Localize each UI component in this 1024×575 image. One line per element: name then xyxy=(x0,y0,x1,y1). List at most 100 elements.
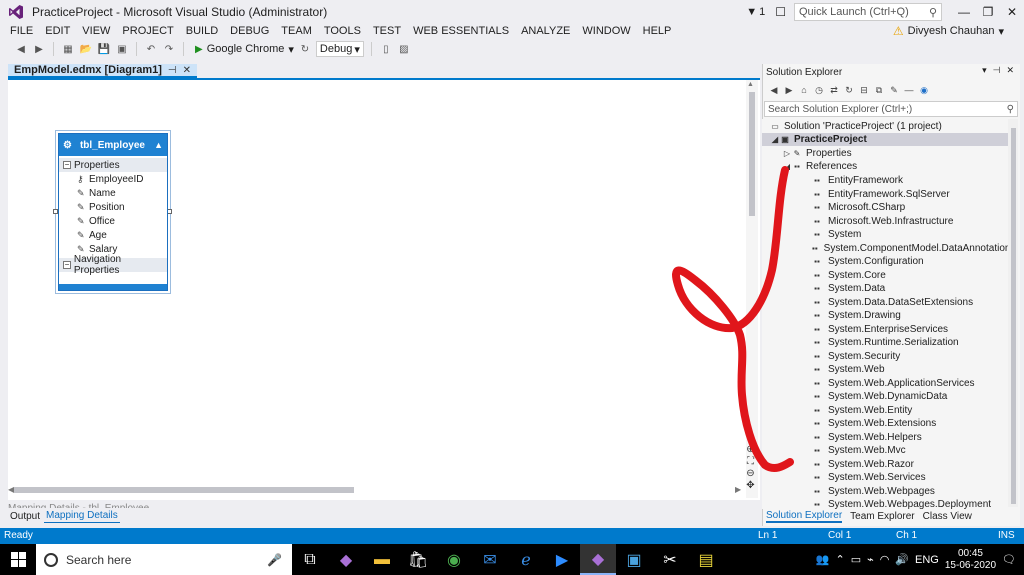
visual-studio-active-icon[interactable]: ◆ xyxy=(580,544,616,575)
tree-item-solution[interactable]: ▭ Solution 'PracticeProject' (1 project) xyxy=(762,120,1008,133)
vertical-scroll-thumb[interactable] xyxy=(749,92,755,216)
save-icon[interactable]: 💾 xyxy=(97,42,111,56)
zoom-out-icon[interactable]: ⊖ xyxy=(744,468,757,479)
tree-item-reference[interactable]: ▪▪ System.EnterpriseServices xyxy=(762,323,1008,336)
tree-item-properties[interactable]: ▷ ✎ Properties xyxy=(762,147,1008,160)
tree-item-reference[interactable]: ▪▪ System.Configuration xyxy=(762,255,1008,268)
restore-button[interactable]: ❐ xyxy=(976,0,1000,24)
tab-mapping-details[interactable]: Mapping Details xyxy=(44,509,120,523)
tree-item-reference[interactable]: ▪▪ Microsoft.CSharp xyxy=(762,201,1008,214)
tree-item-reference[interactable]: ▪▪ System.Web.Helpers xyxy=(762,431,1008,444)
open-file-icon[interactable]: 📂 xyxy=(79,42,93,56)
feedback-icon[interactable]: ☐ xyxy=(775,5,786,19)
redo-icon[interactable]: ↷ xyxy=(162,42,176,56)
property-office[interactable]: ✎ Office xyxy=(59,214,167,228)
menu-window[interactable]: WINDOW xyxy=(576,25,636,37)
quick-launch-input[interactable]: Quick Launch (Ctrl+Q) ⚲ xyxy=(794,3,942,21)
scroll-up-icon[interactable]: ▲ xyxy=(747,81,754,88)
property-employeeid[interactable]: ⚷ EmployeeID xyxy=(59,172,167,186)
collapse-all-icon[interactable]: ⊟ xyxy=(858,84,870,96)
minimize-button[interactable]: — xyxy=(952,0,976,24)
notifications-button[interactable]: ▼ 1 xyxy=(746,6,765,18)
menu-edit[interactable]: EDIT xyxy=(39,25,76,37)
scroll-right-icon[interactable]: ▶ xyxy=(735,485,741,494)
tree-item-reference[interactable]: ▪▪ Microsoft.Web.Infrastructure xyxy=(762,215,1008,228)
file-explorer-icon[interactable]: ▬ xyxy=(364,544,400,575)
property-position[interactable]: ✎ Position xyxy=(59,200,167,214)
snipping-tool-icon[interactable]: ✂ xyxy=(652,544,688,575)
notifications-icon[interactable]: 🗨 xyxy=(1002,553,1016,566)
tree-item-reference[interactable]: ▪▪ System.Web.Extensions xyxy=(762,417,1008,430)
menu-web-essentials[interactable]: WEB ESSENTIALS xyxy=(407,25,515,37)
tab-solution-explorer[interactable]: Solution Explorer xyxy=(766,510,843,523)
photos-icon[interactable]: ▣ xyxy=(616,544,652,575)
people-icon[interactable]: 👥 xyxy=(816,553,830,566)
refresh-icon[interactable]: ↻ xyxy=(843,84,855,96)
navigate-forward-icon[interactable]: ▶ xyxy=(32,42,46,56)
tree-item-reference[interactable]: ▪▪ System.Web.Services xyxy=(762,471,1008,484)
start-button[interactable] xyxy=(0,544,36,575)
menu-project[interactable]: PROJECT xyxy=(116,25,179,37)
collapse-icon[interactable]: ▲ xyxy=(154,140,163,150)
tree-item-reference[interactable]: ▪▪ System.Web.Webpages xyxy=(762,485,1008,498)
account-button[interactable]: ⚠ Divyesh Chauhan ▾ xyxy=(893,22,1004,40)
tree-item-reference[interactable]: ▪▪ System.Web.Razor xyxy=(762,458,1008,471)
configuration-select[interactable]: Debug ▾ xyxy=(315,41,364,57)
pin-icon[interactable]: ⊣ xyxy=(168,65,177,76)
collapse-icon[interactable]: − xyxy=(63,261,71,269)
tree-item-reference[interactable]: ▪▪ System.Security xyxy=(762,350,1008,363)
pan-icon[interactable]: ✥ xyxy=(744,480,757,491)
home-icon[interactable]: ⌂ xyxy=(798,84,810,96)
solution-explorer-search-input[interactable]: Search Solution Explorer (Ctrl+;) ⚲ xyxy=(764,101,1018,117)
sticky-notes-icon[interactable]: ▤ xyxy=(688,544,724,575)
tab-class-view[interactable]: Class View xyxy=(923,511,972,522)
menu-tools[interactable]: TOOLS xyxy=(318,25,367,37)
dropdown-icon[interactable]: ▾ xyxy=(982,65,987,76)
menu-build[interactable]: BUILD xyxy=(180,25,224,37)
undo-icon[interactable]: ↶ xyxy=(144,42,158,56)
mail-icon[interactable]: ✉ xyxy=(472,544,508,575)
navigate-back-icon[interactable]: ◀ xyxy=(14,42,28,56)
zoom-in-icon[interactable]: ⊕ xyxy=(744,444,757,455)
tree-item-references[interactable]: ◢ ▪▪ References xyxy=(762,160,1008,173)
save-all-icon[interactable]: ▣ xyxy=(115,42,129,56)
back-icon[interactable]: ◀ xyxy=(768,84,780,96)
forward-icon[interactable]: ▶ xyxy=(783,84,795,96)
close-icon[interactable]: ✕ xyxy=(1006,65,1014,76)
tree-item-reference[interactable]: ▪▪ System.Web.Entity xyxy=(762,404,1008,417)
web-essentials-icon[interactable]: ▨ xyxy=(397,42,411,56)
pin-icon[interactable]: ⊣ xyxy=(993,65,1001,76)
collapse-icon[interactable]: − xyxy=(63,161,71,169)
tree-item-reference[interactable]: ▪▪ EntityFramework xyxy=(762,174,1008,187)
taskbar-search-input[interactable]: Search here 🎤 xyxy=(36,544,292,575)
solution-explorer-scroll-thumb[interactable] xyxy=(1011,128,1016,504)
properties-section[interactable]: − Properties xyxy=(59,158,167,172)
store-icon[interactable]: 🛍 xyxy=(400,544,436,575)
tree-item-reference[interactable]: ▪▪ System.Web.ApplicationServices xyxy=(762,377,1008,390)
tree-item-reference[interactable]: ▪▪ System xyxy=(762,228,1008,241)
close-button[interactable]: ✕ xyxy=(1000,0,1024,24)
tab-empmodel-diagram[interactable]: EmpModel.edmx [Diagram1] ⊣ ✕ xyxy=(8,64,198,78)
visual-studio-taskbar-icon[interactable]: ◆ xyxy=(328,544,364,575)
menu-analyze[interactable]: ANALYZE xyxy=(515,25,576,37)
menu-file[interactable]: FILE xyxy=(4,25,39,37)
tree-item-reference[interactable]: ▪▪ System.Data xyxy=(762,282,1008,295)
clock[interactable]: 00:45 15-06-2020 xyxy=(945,548,996,572)
property-name[interactable]: ✎ Name xyxy=(59,186,167,200)
properties-icon[interactable]: ✎ xyxy=(888,84,900,96)
network-icon[interactable]: ⌁ xyxy=(867,553,874,566)
show-all-files-icon[interactable]: ⧉ xyxy=(873,84,885,96)
tree-item-project[interactable]: ◢ ▣ PracticeProject xyxy=(762,133,1008,146)
tree-item-reference[interactable]: ▪▪ System.Web.Mvc xyxy=(762,444,1008,457)
entity-tbl-employee[interactable]: ⚙ tbl_Employee ▲ − Properties ⚷ Employee… xyxy=(58,133,168,291)
tree-item-reference[interactable]: ▪▪ System.Core xyxy=(762,269,1008,282)
tree-item-reference[interactable]: ▪▪ System.Drawing xyxy=(762,309,1008,322)
tab-output[interactable]: Output xyxy=(8,509,42,523)
wifi-icon[interactable]: ◠ xyxy=(880,553,890,566)
attach-icon[interactable]: ▯ xyxy=(379,42,393,56)
new-project-icon[interactable]: ▦ xyxy=(61,42,75,56)
history-icon[interactable]: ◷ xyxy=(813,84,825,96)
start-debugging-button[interactable]: ▶ Google Chrome ▾ xyxy=(195,43,294,56)
menu-help[interactable]: HELP xyxy=(637,25,678,37)
battery-icon[interactable]: ▭ xyxy=(851,553,861,566)
